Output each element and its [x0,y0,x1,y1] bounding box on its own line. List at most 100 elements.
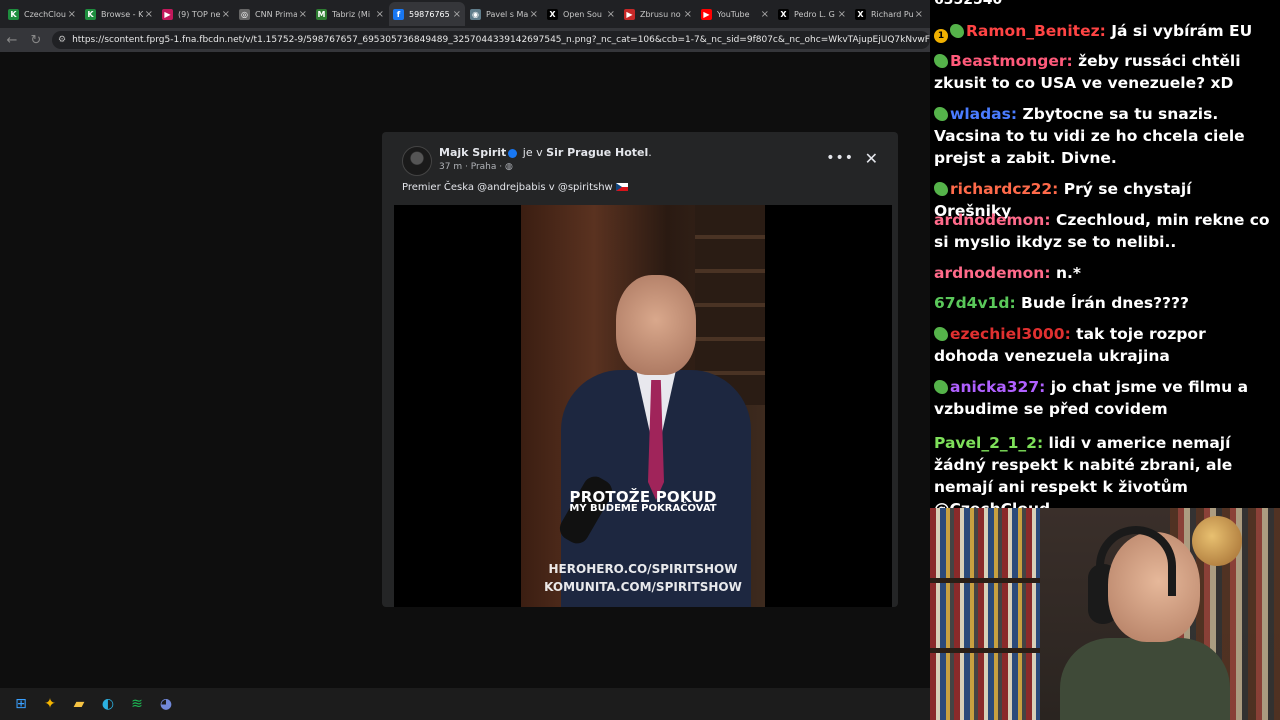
browser-tab[interactable]: ◉ Pavel s Ma × [466,2,542,26]
tab-title: Richard Pu [871,9,913,19]
chat-colon: : [1010,105,1023,123]
tab-close-icon[interactable]: × [376,9,384,20]
tab-bar: KCzechCloud×KBrowse - K×▶(9) TOP ne×◎CNN… [0,0,930,28]
browser-tab[interactable]: M Tabriz (Mi × [312,2,388,26]
subscriber-badge-icon[interactable] [934,107,948,121]
chat-username[interactable]: ezechiel3000 [950,325,1065,343]
url-text: https://scontent.fprg5-1.fna.fbcdn.net/v… [72,35,930,45]
chat-message: ezechiel3000: tak toje rozpor dohoda ven… [934,323,1274,367]
tab-close-icon[interactable]: × [761,9,769,20]
subscriber-badge-icon[interactable] [934,182,948,196]
browser-tab[interactable]: X Pedro L. G × [774,2,850,26]
globe [1192,516,1242,566]
close-button[interactable]: ✕ [865,149,878,168]
tab-close-icon[interactable]: × [838,9,846,20]
subscriber-badge-icon[interactable] [934,327,948,341]
tab-title: (9) TOP ne [178,9,220,19]
edge-icon[interactable]: ◐ [97,693,119,715]
browser-tab[interactable]: ▶ (9) TOP ne × [158,2,234,26]
chat-message: 67d4v1d: Bude Írán dnes???? [934,292,1274,314]
tab-close-icon[interactable]: × [684,9,692,20]
tab-title: Tabriz (Mi [332,9,371,19]
stream-chat: 1 Ramon_Benitez: Já si vybírám EU Beastmon… [930,0,1280,508]
place-link[interactable]: Sir Prague Hotel [546,146,648,159]
browser-tab[interactable]: X Open Sou × [543,2,619,26]
tab-title: Open Sou [563,9,602,19]
chat-username[interactable]: 67d4v1d [934,294,1009,312]
tab-close-icon[interactable]: × [222,9,230,20]
tab-favicon-icon: ◉ [470,8,481,20]
post-location: Praha [470,162,497,172]
tab-favicon-icon: ▶ [624,8,635,20]
address-bar: ← ↻ ⚙ https://scontent.fprg5-1.fna.fbcdn… [0,28,930,52]
tab-title: CzechCloud [24,9,66,19]
tab-favicon-icon: ◎ [239,8,250,20]
webcam-feed [930,508,1280,720]
page-viewport: Majk Spirit je v Sir Prague Hotel. 37 m … [0,52,930,688]
video-frame[interactable]: PROTOŽE POKUD MY BUDEME POKRAČOVAT HEROH… [521,205,765,607]
browser-tab[interactable]: K CzechCloud× [4,2,80,26]
spotify-icon[interactable]: ≋ [126,693,148,715]
chat-message: Beastmonger: žeby russáci chtěli zkusit … [934,50,1274,94]
chat-username[interactable]: wladas [950,105,1011,123]
post-media[interactable]: PROTOŽE POKUD MY BUDEME POKRAČOVAT HEROH… [394,205,892,607]
facebook-post-card: Majk Spirit je v Sir Prague Hotel. 37 m … [382,132,898,607]
post-time[interactable]: 37 m [439,162,462,172]
tab-close-icon[interactable]: × [453,9,461,20]
browser-tab[interactable]: K Browse - K × [81,2,157,26]
post-connector: je v [519,146,547,159]
copilot-icon[interactable]: ✦ [39,693,61,715]
reload-button[interactable]: ↻ [24,33,48,48]
windows-start-icon[interactable]: ⊞ [10,693,32,715]
chat-username[interactable]: Beastmonger [950,52,1067,70]
gold-badge-icon[interactable]: 1 [934,29,948,43]
caption-text: Premier Česka @andrejbabis v @spiritshw [402,182,613,193]
tab-favicon-icon: f [393,8,404,20]
tab-close-icon[interactable]: × [530,9,538,20]
chat-username[interactable]: Ramon_Benitez [966,22,1100,40]
subscriber-badge-icon[interactable] [950,24,964,38]
url-field[interactable]: ⚙ https://scontent.fprg5-1.fna.fbcdn.net… [52,31,930,49]
chat-colon: : [1039,378,1051,396]
chat-username[interactable]: anicka327 [950,378,1039,396]
browser-tab[interactable]: ◎ CNN Prima × [235,2,311,26]
verified-badge-icon [508,148,518,158]
chat-username[interactable]: ardnodemon [934,211,1044,229]
tab-favicon-icon: ▶ [701,8,712,20]
tab-favicon-icon: X [778,8,789,20]
file-explorer-icon[interactable]: ▰ [68,693,90,715]
speaker-figure [555,275,751,607]
chat-colon: : [1044,264,1056,282]
browser-tab[interactable]: ▶ YouTube × [697,2,773,26]
site-info-icon[interactable]: ⚙ [58,35,66,45]
author-name[interactable]: Majk Spirit [439,146,506,159]
tab-title: Pedro L. G [794,9,835,19]
chat-colon: : [1009,294,1022,312]
video-subtitle-line2: MY BUDEME POKRAČOVAT [569,503,717,514]
tab-close-icon[interactable]: × [68,9,76,20]
chat-colon: : [1066,52,1079,70]
subscriber-badge-icon[interactable] [934,380,948,394]
video-watermark-line1: HEROHERO.CO/SPIRITSHOW [548,562,738,576]
back-button[interactable]: ← [0,33,24,48]
subscriber-badge-icon[interactable] [934,54,948,68]
tab-close-icon[interactable]: × [299,9,307,20]
tab-close-icon[interactable]: × [607,9,615,20]
tab-close-icon[interactable]: × [915,9,923,20]
streamer-shirt [1060,638,1230,720]
chat-username[interactable]: richardcz22 [950,180,1052,198]
tab-favicon-icon: M [316,8,327,20]
browser-tab[interactable]: X Richard Pu × [851,2,927,26]
post-caption: Premier Česka @andrejbabis v @spiritshw [402,182,628,193]
tab-title: 59876765 [409,9,450,19]
tab-title: YouTube [717,9,750,19]
discord-icon[interactable]: ◕ [155,693,177,715]
more-options-button[interactable]: ••• [826,150,854,166]
chat-text: Já si vybírám EU [1111,22,1253,40]
chat-username[interactable]: ardnodemon [934,264,1044,282]
browser-tab[interactable]: ▶ Zbrusu no × [620,2,696,26]
author-avatar[interactable] [402,146,432,176]
browser-tab[interactable]: f 59876765 × [389,2,465,26]
tab-close-icon[interactable]: × [145,9,153,20]
chat-username[interactable]: Pavel_2_1_2 [934,434,1037,452]
